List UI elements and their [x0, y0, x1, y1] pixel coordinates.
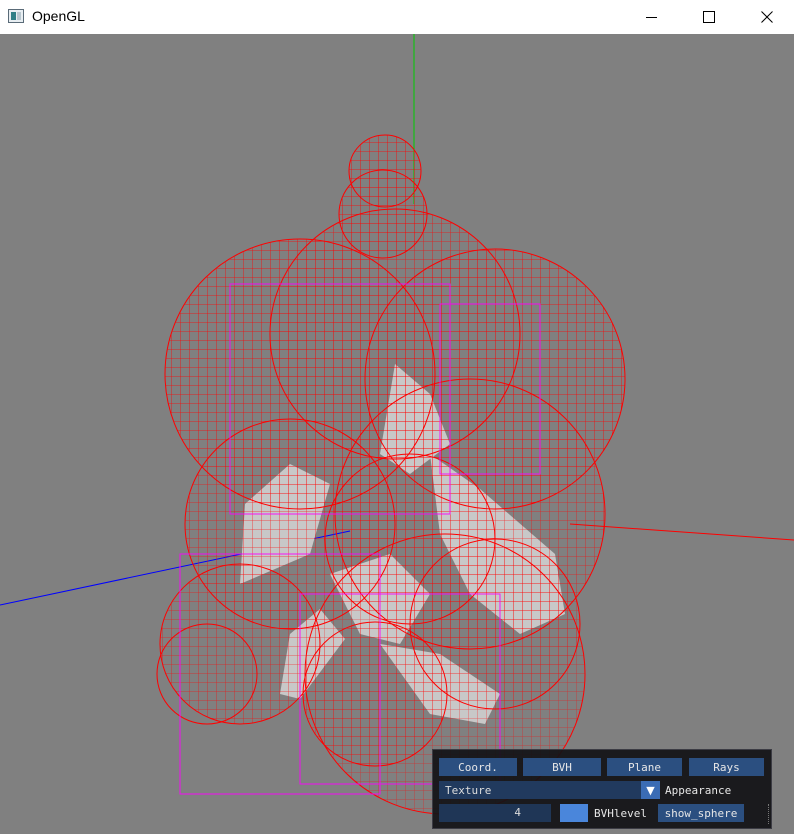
- gl-viewport[interactable]: Coord. BVH Plane Rays Texture ▼ Appearan…: [0, 34, 794, 834]
- bvh-button[interactable]: BVH: [523, 758, 601, 776]
- show-sphere-button[interactable]: show_sphere: [658, 804, 744, 822]
- scene-canvas: [0, 34, 794, 815]
- minimize-button[interactable]: [622, 0, 680, 34]
- opengl-window: OpenGL Coord. BVH Plane Rays Texture ▼ A…: [0, 0, 794, 834]
- minimize-icon: [645, 16, 657, 18]
- bvh-level-value: 4: [514, 806, 521, 819]
- coord-button[interactable]: Coord.: [439, 758, 517, 776]
- close-button[interactable]: [738, 0, 794, 34]
- chevron-down-icon[interactable]: ▼: [641, 781, 660, 799]
- close-icon: [761, 11, 773, 23]
- rays-button[interactable]: Rays: [689, 758, 764, 776]
- bvh-level-label: BVHlevel: [594, 807, 647, 820]
- plane-button[interactable]: Plane: [607, 758, 682, 776]
- resize-grip[interactable]: [764, 804, 769, 824]
- control-panel: Coord. BVH Plane Rays Texture ▼ Appearan…: [432, 749, 772, 829]
- title-bar[interactable]: OpenGL: [0, 0, 794, 34]
- color-swatch[interactable]: [560, 804, 588, 822]
- appearance-label: Appearance: [665, 784, 732, 797]
- maximize-icon: [703, 11, 715, 23]
- texture-combo-value: Texture: [445, 784, 492, 797]
- bvh-spheres: [156, 134, 626, 815]
- window-title: OpenGL: [32, 8, 85, 24]
- texture-combo[interactable]: Texture: [439, 781, 660, 799]
- bvh-level-input[interactable]: 4: [439, 804, 551, 822]
- maximize-button[interactable]: [680, 0, 738, 34]
- app-icon: [8, 9, 24, 23]
